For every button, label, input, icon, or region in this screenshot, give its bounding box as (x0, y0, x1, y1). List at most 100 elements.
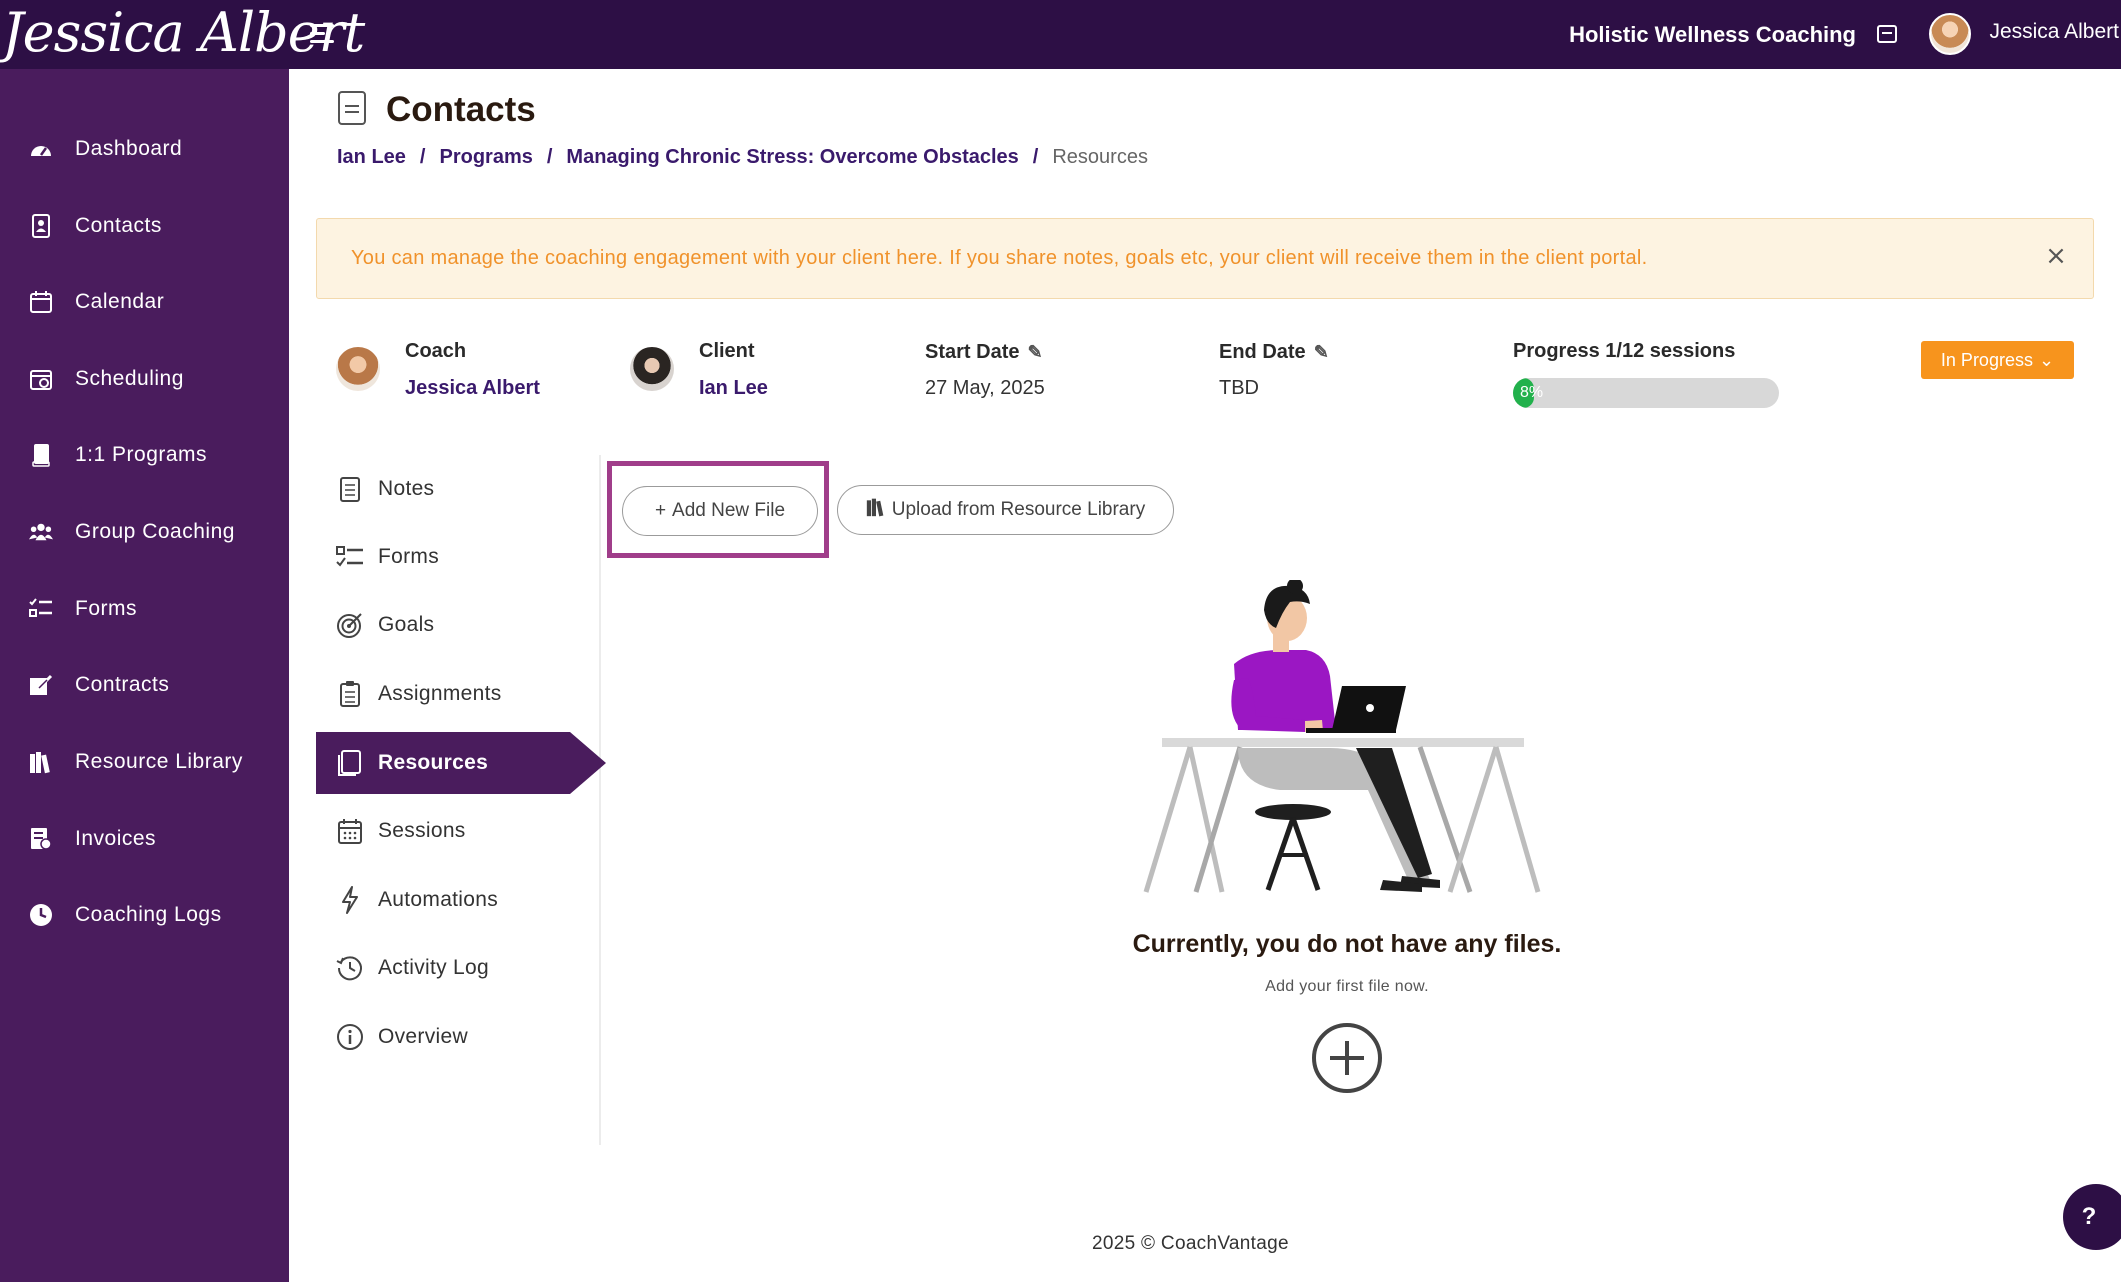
empty-state-subtitle: Add your first file now. (1265, 978, 1429, 995)
sidebar-item-label: 1:1 Programs (75, 443, 208, 466)
tab-label: Overview (378, 1025, 468, 1048)
progress-percent: 8% (1520, 384, 1544, 401)
start-date-label-text: Start Date (925, 341, 1020, 363)
library-icon (866, 497, 886, 523)
forms-icon (336, 543, 364, 571)
tab-automations[interactable]: Automations (316, 869, 598, 931)
menu-toggle-icon[interactable] (310, 22, 338, 48)
coach-name[interactable]: Jessica Albert (405, 377, 540, 400)
page-title: Contacts (386, 90, 536, 129)
client-avatar (630, 347, 674, 391)
end-date-label: End Date ✎ (1219, 341, 1329, 364)
add-file-label: Add New File (672, 500, 786, 521)
tab-sessions[interactable]: Sessions (316, 800, 598, 862)
contacts-icon (29, 214, 53, 238)
footer-copyright: 2025 © CoachVantage (1092, 1233, 1289, 1254)
add-new-file-button[interactable]: + Add New File (622, 486, 818, 536)
upload-label: Upload from Resource Library (891, 499, 1146, 520)
edit-pencil-icon[interactable]: ✎ (1027, 342, 1042, 363)
upload-from-library-button[interactable]: Upload from Resource Library (837, 485, 1174, 535)
clipboard-icon (336, 680, 364, 708)
sidebar-item-label: Scheduling (75, 367, 184, 390)
breadcrumb-current: Resources (1052, 146, 1148, 168)
progress-label: Progress 1/12 sessions (1513, 340, 1736, 362)
tab-activity-log[interactable]: Activity Log (316, 937, 598, 999)
coach-avatar (336, 347, 380, 391)
coach-label: Coach (405, 340, 467, 362)
tab-overview[interactable]: Overview (316, 1006, 598, 1068)
target-icon (336, 611, 364, 639)
sidebar-item-calendar[interactable]: Calendar (0, 272, 289, 332)
tab-label: Notes (378, 477, 435, 500)
client-name[interactable]: Ian Lee (699, 377, 768, 400)
tab-goals[interactable]: Goals (316, 594, 598, 656)
breadcrumb-separator: / (1032, 146, 1039, 168)
sidebar-item-label: Contacts (75, 214, 162, 237)
info-alert: You can manage the coaching engagement w… (316, 218, 2094, 299)
add-file-plus-icon[interactable] (1312, 1023, 1382, 1093)
tab-label: Goals (378, 613, 435, 636)
tab-label: Sessions (378, 819, 466, 842)
programs-icon (29, 443, 53, 467)
sidebar-item-dashboard[interactable]: Dashboard (0, 119, 289, 179)
sidebar-item-invoices[interactable]: Invoices (0, 809, 289, 869)
bolt-icon (336, 886, 364, 914)
sidebar-item-label: Dashboard (75, 137, 183, 160)
breadcrumb-separator: / (546, 146, 553, 168)
start-date-value: 27 May, 2025 (925, 377, 1045, 399)
tab-notes[interactable]: Notes (316, 458, 598, 520)
sidebar-item-contracts[interactable]: Contracts (0, 655, 289, 715)
empty-state-title: Currently, you do not have any files. (1132, 930, 1562, 958)
tab-assignments[interactable]: Assignments (316, 663, 598, 725)
resources-icon (336, 749, 364, 777)
notes-icon (336, 475, 364, 503)
tab-label: Forms (378, 545, 439, 568)
help-button[interactable]: ? (2063, 1184, 2121, 1250)
start-date-label: Start Date ✎ (925, 341, 1043, 364)
tab-label: Automations (378, 888, 499, 911)
sidebar-item-label: Resource Library (75, 750, 243, 773)
user-avatar[interactable] (1929, 13, 1971, 55)
tab-label: Activity Log (378, 956, 489, 979)
scheduling-icon (29, 367, 53, 391)
breadcrumb-client[interactable]: Ian Lee (337, 146, 406, 169)
close-icon[interactable]: × (2041, 241, 2071, 271)
sidebar-item-scheduling[interactable]: Scheduling (0, 349, 289, 409)
sidebar: Dashboard Contacts Calendar Scheduling 1… (0, 69, 289, 1282)
library-icon (29, 750, 53, 774)
business-name[interactable]: Holistic Wellness Coaching (1569, 22, 1856, 48)
dashboard-icon (29, 137, 53, 161)
plus-icon: + (654, 500, 667, 521)
end-date-label-text: End Date (1219, 341, 1306, 363)
breadcrumb-program-name[interactable]: Managing Chronic Stress: Overcome Obstac… (566, 146, 1018, 169)
calendar-icon (336, 817, 364, 845)
tab-resources[interactable]: Resources (316, 732, 606, 794)
sidebar-item-coaching-logs[interactable]: Coaching Logs (0, 885, 289, 945)
breadcrumb-separator: / (419, 146, 426, 168)
status-label: In Progress (1940, 349, 2033, 370)
sidebar-item-programs[interactable]: 1:1 Programs (0, 425, 289, 485)
user-name[interactable]: Jessica Albert (1989, 20, 2119, 44)
sidebar-item-label: Calendar (75, 290, 165, 313)
top-bar: Jessica Albert Holistic Wellness Coachin… (0, 0, 2121, 69)
calendar-icon (29, 290, 53, 314)
sidebar-item-resource-library[interactable]: Resource Library (0, 732, 289, 792)
status-dropdown[interactable]: In Progress ⌄ (1921, 341, 2074, 379)
progress-bar: 8% (1513, 378, 1779, 408)
chevron-down-icon: ⌄ (2038, 349, 2055, 370)
sidebar-item-label: Coaching Logs (75, 903, 222, 926)
tab-forms[interactable]: Forms (316, 526, 598, 588)
subnav-divider (599, 455, 601, 1145)
sidebar-item-contacts[interactable]: Contacts (0, 196, 289, 256)
sidebar-item-label: Group Coaching (75, 520, 235, 543)
empty-state-illustration (1143, 580, 1541, 893)
switch-business-icon[interactable] (1877, 25, 1897, 43)
clock-icon (29, 903, 53, 927)
sidebar-item-group-coaching[interactable]: Group Coaching (0, 502, 289, 562)
edit-pencil-icon[interactable]: ✎ (1314, 342, 1329, 363)
document-icon (338, 91, 366, 125)
sidebar-item-forms[interactable]: Forms (0, 579, 289, 639)
group-icon (29, 520, 53, 544)
breadcrumb-programs[interactable]: Programs (439, 146, 532, 169)
tab-label: Resources (378, 751, 489, 774)
